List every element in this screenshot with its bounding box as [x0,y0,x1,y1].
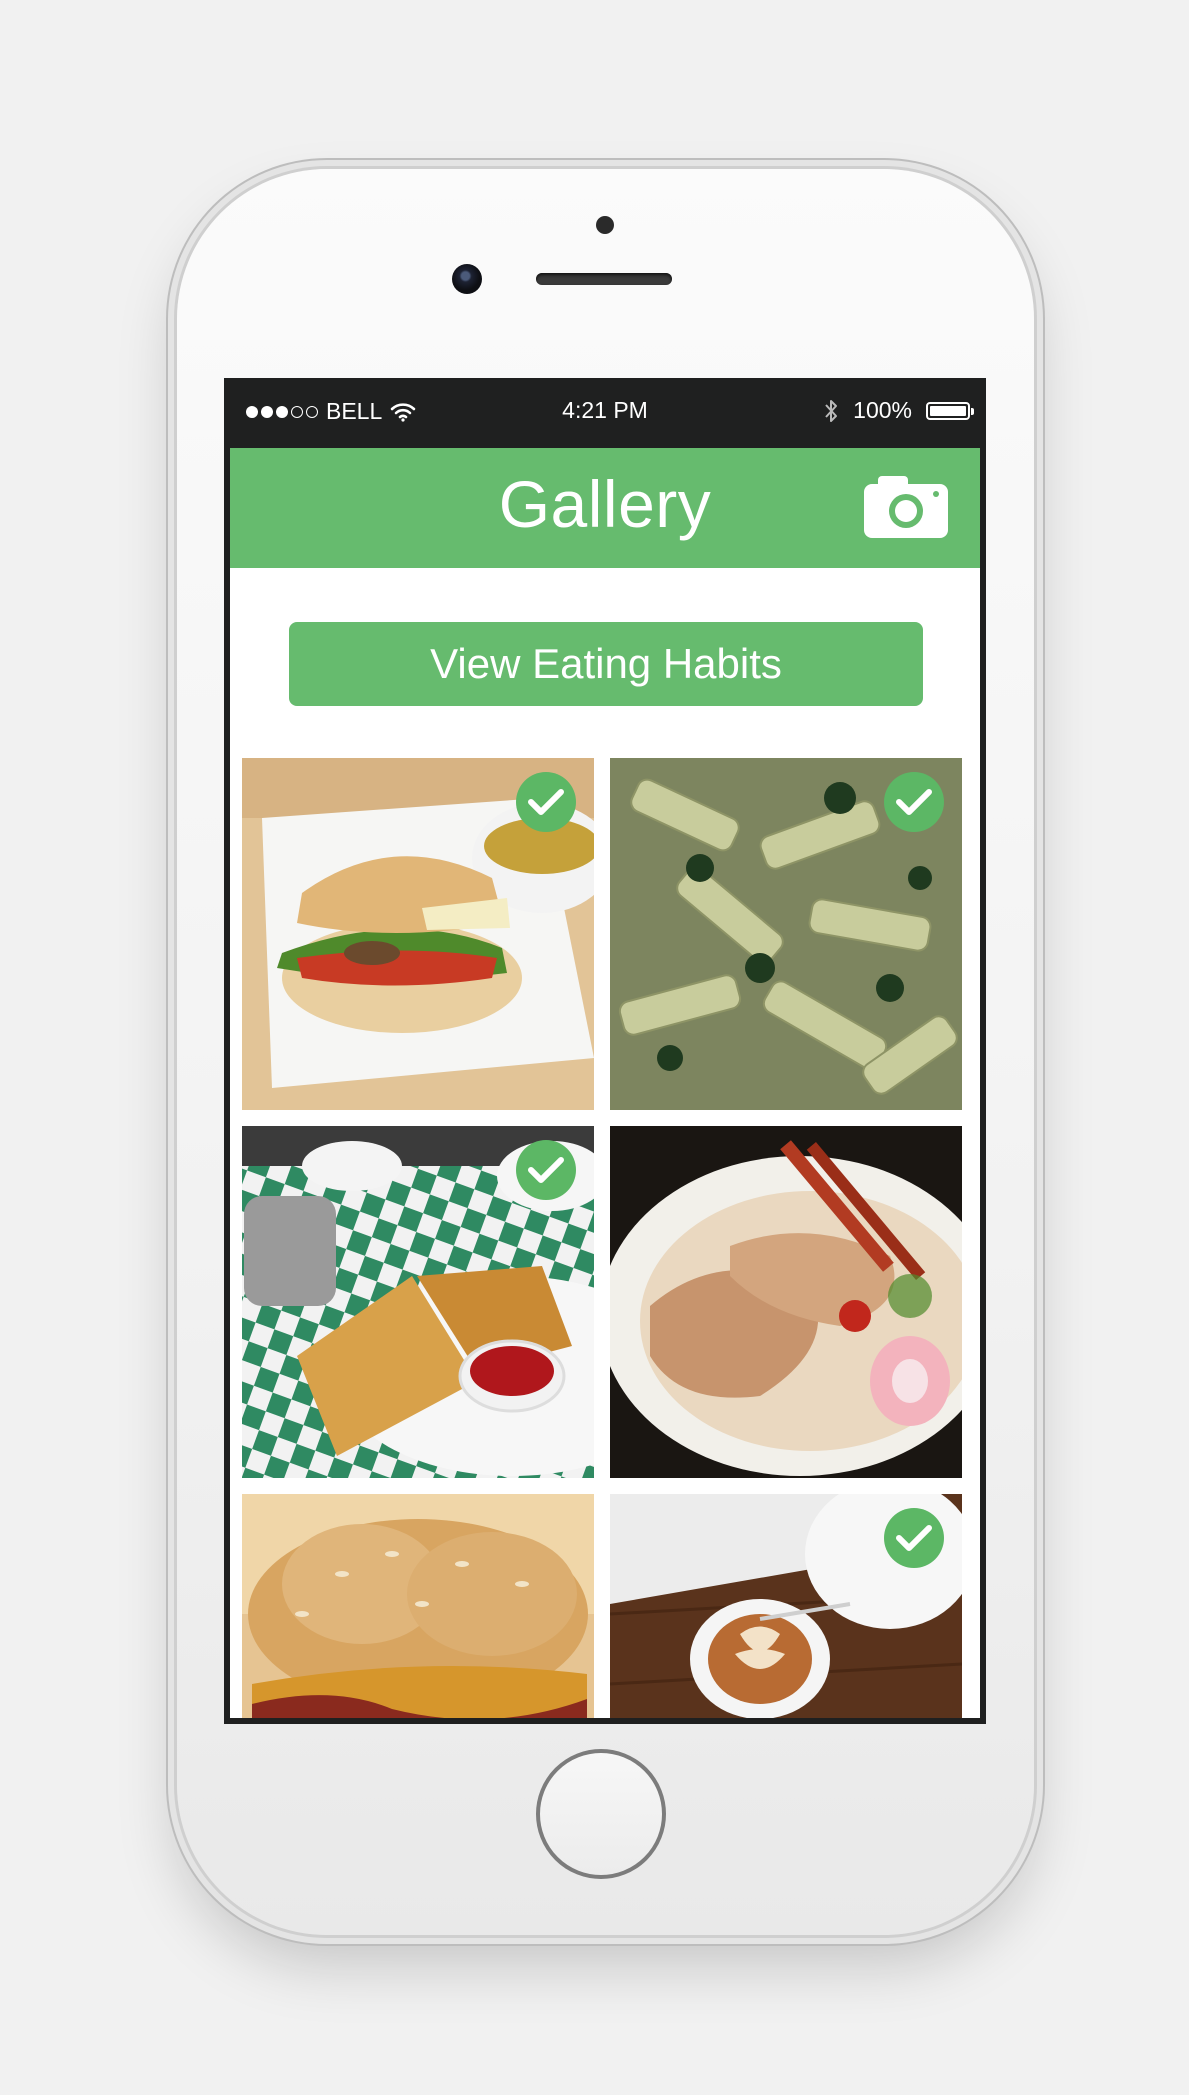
gallery-photo-burger[interactable] [242,1494,594,1718]
checkmark-icon [516,772,576,832]
front-camera [452,264,482,294]
app-content: Gallery View Eating Habits [230,448,980,1718]
checkmark-icon [516,1140,576,1200]
battery-percent: 100% [853,397,912,423]
gallery-photo-ramen[interactable] [610,1126,962,1478]
status-right: 100% [823,397,974,424]
home-button[interactable] [536,1749,666,1879]
phone-screen: BELL 4:21 PM 100% Gallery View Eating Ha… [224,378,986,1724]
proximity-sensor [596,216,614,234]
ramen-photo [610,1126,962,1478]
checkmark-icon [884,1508,944,1568]
checkmark-icon [884,772,944,832]
status-bar: BELL 4:21 PM 100% [224,378,986,448]
gallery-photo-pasta[interactable] [610,758,962,1110]
battery-icon [926,401,974,420]
view-eating-habits-button[interactable]: View Eating Habits [289,622,923,706]
nav-bar: Gallery [230,448,980,568]
burger-photo [242,1494,594,1718]
bluetooth-icon [825,399,838,422]
gallery-photo-latte[interactable] [610,1494,962,1718]
camera-icon[interactable] [862,474,950,540]
earpiece-speaker [536,273,672,285]
gallery-photo-grilled-cheese[interactable] [242,1126,594,1478]
device-mockup: BELL 4:21 PM 100% Gallery View Eating Ha… [0,0,1189,2095]
gallery-photo-sandwich[interactable] [242,758,594,1110]
